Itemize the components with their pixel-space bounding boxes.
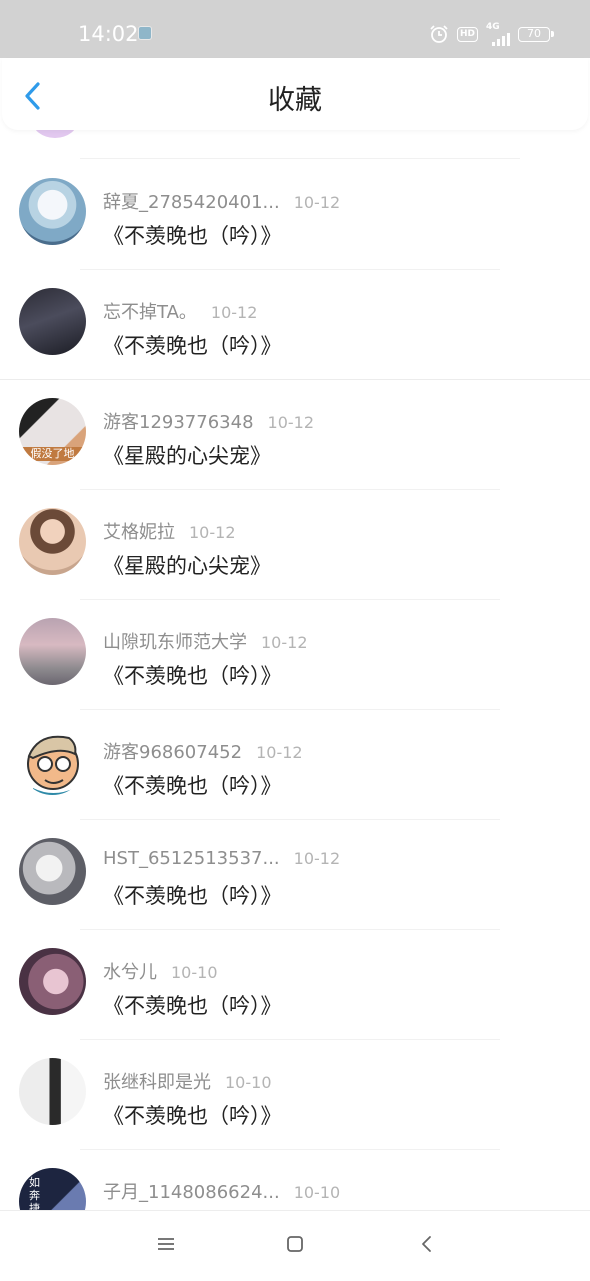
- list-item[interactable]: 辞夏_2785420401... 10-12 《不羡晚也（吟）》: [0, 160, 590, 270]
- back-triangle-icon[interactable]: [419, 1235, 435, 1253]
- avatar[interactable]: [19, 838, 86, 905]
- username[interactable]: HST_6512513537...: [103, 848, 280, 869]
- book-title[interactable]: 《不羡晚也（吟）》: [103, 880, 282, 910]
- avatar[interactable]: [19, 508, 86, 575]
- date: 10-10: [225, 1073, 272, 1092]
- list-item[interactable]: 忘不掉TA。 10-12 《不羡晚也（吟）》: [0, 270, 590, 380]
- status-bar: 14:02 HD 4G 70: [0, 0, 590, 58]
- avatar[interactable]: 如奔捷: [19, 1168, 86, 1210]
- username[interactable]: 游客968607452: [103, 742, 242, 763]
- hd-badge: HD: [456, 26, 478, 42]
- page-title: 收藏: [268, 85, 322, 116]
- page-header: 收藏: [2, 58, 588, 130]
- avatar-caption: 假没了地: [19, 447, 86, 461]
- list-item[interactable]: 水兮儿 10-10 《不羡晚也（吟）》: [0, 930, 590, 1040]
- list-item[interactable]: 游客968607452 10-12 《不羡晚也（吟）》: [0, 710, 590, 820]
- date: 10-10: [293, 1183, 341, 1202]
- list-item[interactable]: 艾格妮拉 10-12 《星殿的心尖宠》: [0, 490, 590, 600]
- status-time: 14:02: [78, 22, 139, 46]
- date: 10-12: [267, 413, 315, 432]
- username[interactable]: 水兮儿: [103, 962, 157, 983]
- avatar[interactable]: 假没了地: [19, 398, 86, 465]
- book-title[interactable]: 《不羡晚也（吟）》: [103, 1100, 282, 1130]
- date: 10-12: [293, 849, 341, 868]
- username[interactable]: 山隙玑东师范大学: [103, 632, 247, 653]
- notification-icon: [138, 26, 152, 40]
- avatar[interactable]: [19, 728, 86, 795]
- username[interactable]: 忘不掉TA。: [103, 302, 197, 323]
- battery-icon: 70: [518, 26, 554, 42]
- date: 10-10: [171, 963, 218, 982]
- date: 10-12: [210, 303, 258, 322]
- favorites-list[interactable]: 辞夏_2785420401... 10-12 《不羡晚也（吟）》 忘不掉TA。 10…: [0, 130, 590, 1210]
- book-title[interactable]: 《不羡晚也（吟）》: [103, 330, 282, 360]
- avatar[interactable]: [32, 130, 78, 138]
- date: 10-12: [293, 193, 341, 212]
- username[interactable]: 艾格妮拉: [103, 522, 175, 543]
- status-indicators: HD 4G 70: [429, 21, 554, 46]
- avatar[interactable]: [19, 618, 86, 685]
- cartoon-face-icon: [27, 735, 79, 795]
- book-title[interactable]: 《不羡晚也（吟）》: [103, 770, 282, 800]
- list-item[interactable]: 山隙玑东师范大学 10-12 《不羡晚也（吟）》: [0, 600, 590, 710]
- avatar[interactable]: [19, 948, 86, 1015]
- username[interactable]: 张继科即是光: [103, 1072, 211, 1093]
- date: 10-12: [256, 743, 303, 762]
- book-title[interactable]: 《不羡晚也（吟）》: [103, 990, 282, 1020]
- signal-strength-icon: 4G: [486, 21, 510, 46]
- username[interactable]: 辞夏_2785420401...: [103, 192, 280, 213]
- book-title[interactable]: 《不羡晚也（吟）》: [103, 660, 282, 690]
- date: 10-12: [261, 633, 308, 652]
- list-item[interactable]: 张继科即是光 10-10 《不羡晚也（吟）》: [0, 1040, 590, 1150]
- book-title[interactable]: 《不羡晚也（吟）》: [103, 220, 282, 250]
- network-type: 4G: [486, 21, 500, 32]
- menu-icon[interactable]: [157, 1235, 175, 1253]
- home-square-icon[interactable]: [286, 1235, 304, 1253]
- avatar[interactable]: [19, 178, 86, 245]
- book-title[interactable]: 《星殿的心尖宠》: [103, 440, 271, 470]
- avatar[interactable]: [19, 1058, 86, 1125]
- list-item[interactable]: 如奔捷 子月_1148086624... 10-10: [0, 1150, 590, 1210]
- list-item[interactable]: 假没了地 游客1293776348 10-12 《星殿的心尖宠》: [0, 380, 590, 490]
- divider: [80, 158, 520, 159]
- username[interactable]: 游客1293776348: [103, 412, 254, 433]
- username[interactable]: 子月_1148086624...: [103, 1182, 280, 1203]
- system-nav-bar: [0, 1210, 590, 1281]
- avatar[interactable]: [19, 288, 86, 355]
- list-item[interactable]: HST_6512513537... 10-12 《不羡晚也（吟）》: [0, 820, 590, 930]
- avatar-caption: 如奔捷: [29, 1176, 40, 1210]
- book-title[interactable]: 《星殿的心尖宠》: [103, 550, 271, 580]
- alarm-clock-icon: [430, 25, 448, 43]
- date: 10-12: [189, 523, 236, 542]
